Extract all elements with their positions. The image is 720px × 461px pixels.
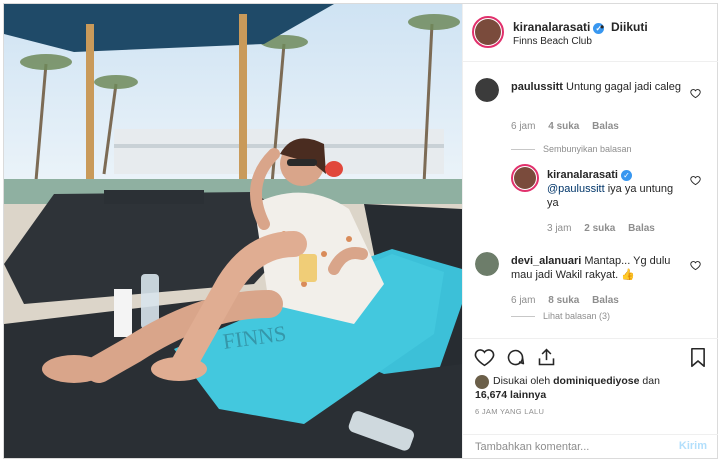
likes-count[interactable]: 16,674 lainnya <box>475 388 546 402</box>
follow-status[interactable]: Diikuti <box>611 20 648 34</box>
post-comment-button[interactable]: Kirim <box>679 440 707 452</box>
comment-text: devi_alanuari Mantap... Yg dulu mau jadi… <box>511 255 671 281</box>
comment-likes[interactable]: 4 suka <box>548 121 579 132</box>
author-avatar[interactable] <box>472 16 504 48</box>
post-timestamp: 6 JAM YANG LALU <box>475 407 545 416</box>
liker-username[interactable]: dominiquediyose <box>553 375 639 387</box>
liker-avatar[interactable] <box>475 375 489 389</box>
reply-button[interactable]: Balas <box>592 295 619 306</box>
reply-button[interactable]: Balas <box>628 223 655 234</box>
reply-meta: 3 jam 2 suka Balas <box>547 223 665 234</box>
comment-time: 6 jam <box>511 295 536 306</box>
mention-link[interactable]: @paulussitt <box>547 183 605 195</box>
post-photo[interactable]: FINNS <box>4 4 462 458</box>
thumbs-up-icon: 👍 <box>621 269 635 281</box>
reply-likes[interactable]: 2 suka <box>584 223 615 234</box>
author-username[interactable]: kiranalarasati ✓ <box>513 20 605 34</box>
bookmark-icon[interactable] <box>689 347 707 368</box>
reply-text: kiranalarasati ✓ @paulussitt iya ya untun… <box>547 169 674 209</box>
reply-avatar[interactable] <box>511 164 539 192</box>
comment-input[interactable] <box>475 435 665 459</box>
comment-like-icon[interactable] <box>690 88 701 99</box>
comment-icon[interactable] <box>505 347 526 368</box>
post-sidebar: kiranalarasati ✓ • Diikuti Finns Beach Cl… <box>462 4 718 459</box>
post-actions: Disukai oleh dominiquediyose dan 16,674 … <box>463 338 718 434</box>
comment-likes[interactable]: 8 suka <box>548 295 579 306</box>
share-icon[interactable] <box>536 347 557 368</box>
comment-meta: 6 jam 4 suka Balas <box>511 121 629 132</box>
view-replies-toggle[interactable]: Lihat balasan (3) <box>511 311 610 321</box>
instagram-post: FINNS kiranalarasati ✓ • Diikuti Finns Be… <box>3 3 718 459</box>
reply-like-icon[interactable] <box>690 175 701 186</box>
verified-icon: ✓ <box>620 170 632 181</box>
commenter-avatar[interactable] <box>475 78 499 102</box>
reply-button[interactable]: Balas <box>592 121 619 132</box>
beach-club-photo: FINNS <box>4 4 462 458</box>
commenter-avatar[interactable] <box>475 252 499 276</box>
hide-replies-toggle[interactable]: Sembunyikan balasan <box>511 144 632 154</box>
post-header: kiranalarasati ✓ • Diikuti Finns Beach Cl… <box>463 4 718 62</box>
reply-time: 3 jam <box>547 223 572 234</box>
comment-meta: 6 jam 8 suka Balas <box>511 295 629 306</box>
comments-list[interactable]: paulussitt Untung gagal jadi caleg 6 jam… <box>463 62 718 338</box>
comment-username[interactable]: paulussitt <box>511 81 563 93</box>
comment-username[interactable]: devi_alanuari <box>511 255 581 267</box>
heart-icon[interactable] <box>474 347 495 368</box>
comment-text: paulussitt Untung gagal jadi caleg <box>511 81 681 93</box>
likes-summary[interactable]: Disukai oleh dominiquediyose dan <box>493 374 708 388</box>
reply-item: kiranalarasati ✓ @paulussitt iya ya untun… <box>463 158 718 238</box>
comment-like-icon[interactable] <box>690 260 701 271</box>
reply-username[interactable]: kiranalarasati <box>547 169 618 181</box>
comment-item: devi_alanuari Mantap... Yg dulu mau jadi… <box>463 242 718 322</box>
comment-item: paulussitt Untung gagal jadi caleg 6 jam… <box>463 62 718 142</box>
location-link[interactable]: Finns Beach Club <box>513 36 592 47</box>
add-comment-bar: Kirim <box>463 434 718 459</box>
separator-dot: • <box>600 20 605 34</box>
comment-time: 6 jam <box>511 121 536 132</box>
